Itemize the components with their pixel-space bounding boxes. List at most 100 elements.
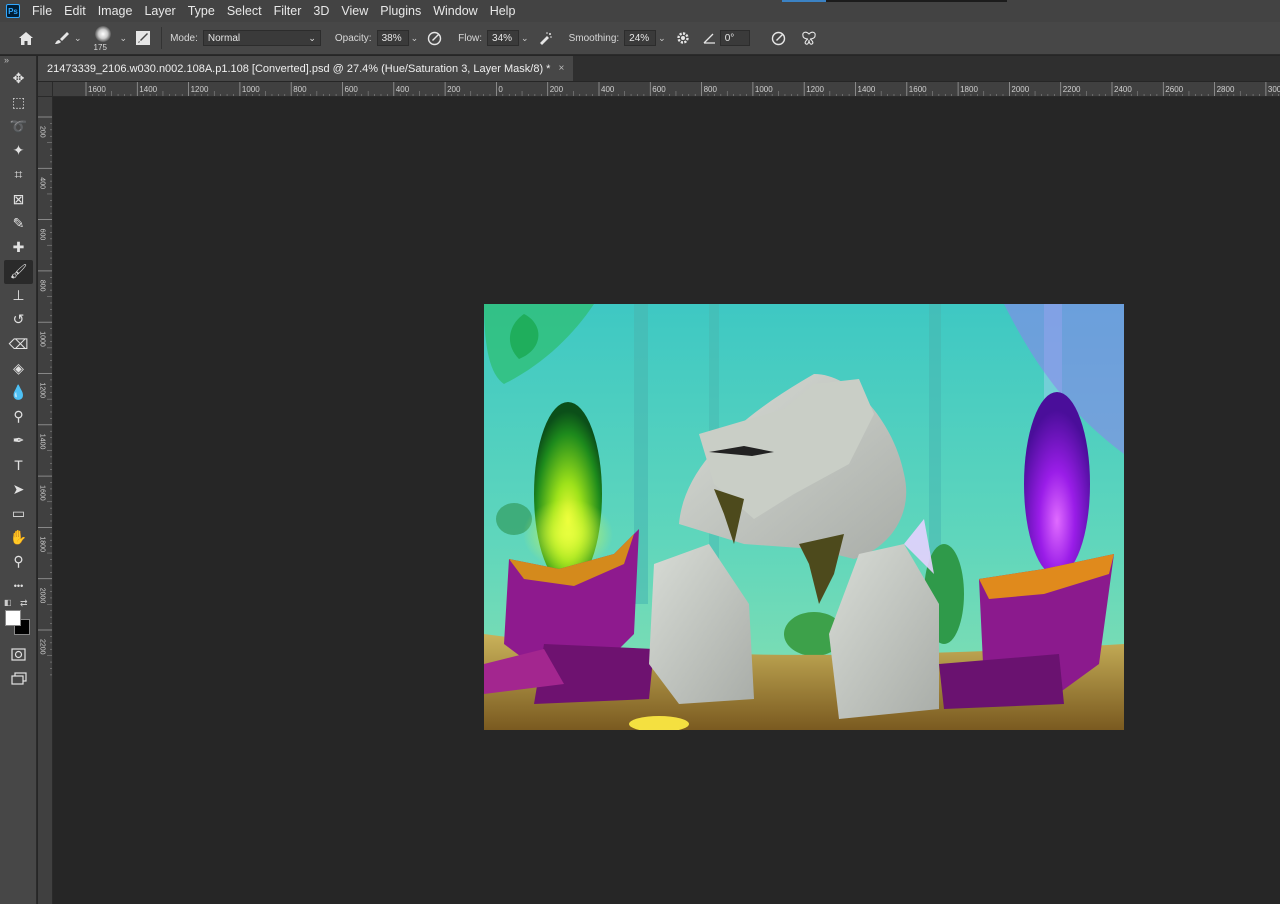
document-tab[interactable]: 21473339_2106.w030.n002.108A.p1.108 [Con…	[38, 56, 574, 81]
type-tool[interactable]: T	[0, 453, 37, 477]
foreground-color-swatch[interactable]	[5, 610, 21, 627]
angle-field[interactable]: 0°	[719, 30, 750, 46]
opacity-field[interactable]: 38%	[376, 30, 409, 46]
magic-wand-icon: ✦	[12, 142, 25, 159]
separator	[161, 27, 163, 49]
ruler-label: 1200	[806, 85, 824, 94]
menu-layer[interactable]: Layer	[138, 0, 181, 22]
brush-tool[interactable]: 🖌	[4, 259, 33, 284]
smoothing-caret-icon[interactable]: ⌄	[658, 33, 666, 44]
crop-tool[interactable]: ⌗	[0, 163, 37, 187]
default-colors-icon[interactable]: ◧	[4, 598, 12, 607]
smoothing-field[interactable]: 24%	[624, 30, 657, 46]
crop-icon: ⌗	[14, 166, 23, 183]
ruler-label: 200	[447, 85, 461, 94]
brush-tip-icon	[94, 26, 111, 42]
pressure-size-icon[interactable]	[768, 31, 790, 46]
airbrush-icon[interactable]	[535, 31, 555, 46]
document-title: 21473339_2106.w030.n002.108A.p1.108 [Con…	[47, 62, 551, 75]
frame-tool[interactable]: ⊠	[0, 187, 37, 211]
photoshop-logo[interactable]: Ps	[6, 4, 20, 18]
zoom-tool[interactable]: ⚲	[0, 550, 37, 574]
brush-settings-panel-icon[interactable]	[133, 30, 153, 46]
menu-file[interactable]: File	[26, 0, 58, 22]
eyedropper-tool[interactable]: ✎	[0, 211, 37, 235]
pen-tool[interactable]: ✒	[0, 429, 37, 453]
symmetry-butterfly-icon[interactable]	[798, 31, 820, 46]
opacity-label: Opacity:	[334, 32, 372, 44]
menu-window[interactable]: Window	[427, 0, 483, 22]
history-brush-tool[interactable]: ↺	[0, 308, 37, 332]
ruler-label: 1800	[39, 536, 46, 552]
menu-view[interactable]: View	[335, 0, 374, 22]
quick-mask-icon[interactable]	[0, 642, 37, 666]
mode-value: Normal	[207, 32, 241, 44]
ruler-label: 1600	[909, 85, 927, 94]
menu-filter[interactable]: Filter	[268, 0, 308, 22]
flow-caret-icon[interactable]: ⌄	[521, 33, 529, 44]
dodge-tool[interactable]: ⚲	[0, 405, 37, 429]
ruler-label: 1200	[191, 85, 209, 94]
menu-help[interactable]: Help	[484, 0, 522, 22]
smoothing-label: Smoothing:	[568, 32, 620, 44]
ruler-label: 2400	[1114, 85, 1132, 94]
collapse-panel-icon[interactable]: »	[0, 56, 36, 66]
menu-image[interactable]: Image	[92, 0, 139, 22]
menu-type[interactable]: Type	[182, 0, 221, 22]
path-selection-tool[interactable]: ➤	[0, 477, 37, 501]
paint-bucket-tool[interactable]: ◈	[0, 356, 37, 380]
eyedropper-icon: ✎	[12, 214, 25, 231]
pen-icon: ✒	[12, 432, 25, 449]
magic-wand-tool[interactable]: ✦	[0, 139, 37, 163]
gear-icon[interactable]	[672, 31, 694, 45]
ruler-label: 2000	[1011, 85, 1029, 94]
flow-field[interactable]: 34%	[487, 30, 520, 46]
blur-tool[interactable]: 💧	[0, 380, 37, 404]
ruler-label: 1400	[39, 434, 46, 450]
brush-preset-icon[interactable]	[52, 30, 72, 46]
swap-colors-icon[interactable]: ⇄	[20, 598, 28, 609]
lasso-tool[interactable]: ➰	[0, 114, 37, 138]
clone-stamp-icon: ⊥	[12, 287, 25, 304]
menu-plugins[interactable]: Plugins	[374, 0, 427, 22]
menu-bar: Ps File Edit Image Layer Type Select Fil…	[0, 0, 1280, 22]
brush-size-caret-icon[interactable]: ⌄	[120, 33, 128, 44]
screen-mode-icon[interactable]	[0, 666, 37, 690]
ruler-origin[interactable]	[38, 82, 53, 97]
document-canvas-image[interactable]	[484, 304, 1124, 730]
move-tool[interactable]: ✥	[0, 66, 37, 90]
close-tab-icon[interactable]: ×	[558, 63, 564, 74]
brush-size-picker[interactable]: 175	[88, 22, 118, 55]
rectangular-marquee-icon: ⬚	[11, 93, 26, 110]
ruler-label: 2200	[1063, 85, 1081, 94]
healing-brush-tool[interactable]: ✚	[0, 235, 37, 259]
vertical-ruler[interactable]: 200 400 600 800 1000 1200 1400 1600 1800 2000 2200	[38, 97, 53, 904]
flow-label: Flow:	[458, 32, 483, 44]
brush-preset-caret-icon[interactable]: ⌄	[74, 33, 82, 44]
mode-select[interactable]: Normal ⌄	[202, 30, 321, 46]
options-bar: ⌄ 175 ⌄ Mode: Normal ⌄ Opacity: 38% ⌄ Fl…	[0, 22, 1280, 55]
horizontal-ruler[interactable]: 1600 1400 1200 1000 800 600 400 200 0 200 400 600 80…	[38, 82, 1280, 97]
ruler-label: 1800	[960, 85, 978, 94]
ruler-label: 0	[498, 85, 503, 94]
brush-icon: 🖌	[9, 263, 28, 280]
clone-stamp-tool[interactable]: ⊥	[0, 284, 37, 308]
ruler-label: 1000	[242, 85, 260, 94]
menu-3d[interactable]: 3D	[307, 0, 335, 22]
color-swatches: ◧ ⇄	[0, 598, 37, 642]
more-tools[interactable]: •••	[0, 574, 37, 598]
rectangle-tool[interactable]: ▭	[0, 501, 37, 525]
menu-edit[interactable]: Edit	[58, 0, 92, 22]
home-icon[interactable]	[0, 31, 52, 46]
marquee-tool[interactable]: ⬚	[0, 90, 37, 114]
move-icon: ✥	[12, 69, 25, 86]
path-selection-icon: ➤	[12, 480, 25, 497]
eraser-icon: ⌫	[8, 335, 29, 352]
angle-icon	[702, 32, 718, 44]
eraser-tool[interactable]: ⌫	[0, 332, 37, 356]
ruler-label: 1200	[39, 383, 46, 399]
menu-select[interactable]: Select	[221, 0, 268, 22]
hand-tool[interactable]: ✋	[0, 526, 37, 550]
opacity-caret-icon[interactable]: ⌄	[411, 33, 419, 44]
pressure-opacity-icon[interactable]	[424, 31, 444, 46]
